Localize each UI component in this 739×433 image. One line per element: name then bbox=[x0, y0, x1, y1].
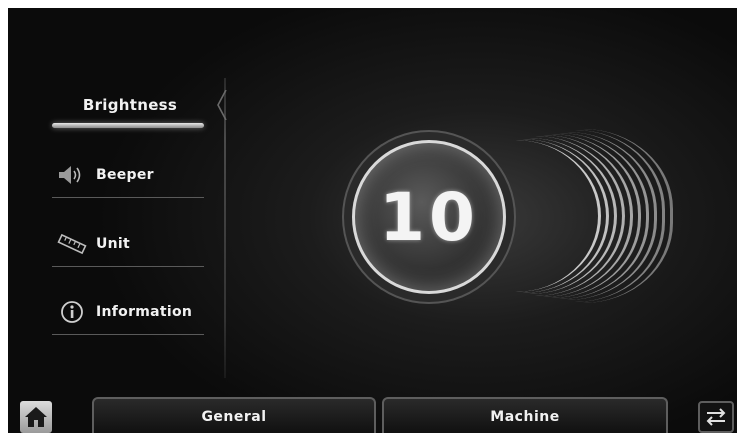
menu-item-unit[interactable]: Unit bbox=[52, 221, 204, 267]
home-icon bbox=[25, 407, 47, 427]
home-button[interactable] bbox=[20, 401, 52, 433]
menu-item-beeper[interactable]: Beeper bbox=[52, 152, 204, 198]
tab-machine-label: Machine bbox=[490, 409, 560, 425]
tab-general[interactable]: General bbox=[92, 397, 376, 433]
brightness-dial[interactable]: 10 bbox=[338, 118, 673, 318]
menu-item-label: Brightness bbox=[82, 96, 178, 114]
settings-screen: Brightness Beeper Unit Information 10 Ge… bbox=[8, 8, 737, 433]
tab-machine[interactable]: Machine bbox=[382, 397, 668, 433]
settings-menu: Brightness Beeper Unit Information bbox=[8, 8, 238, 388]
bottom-bar: General Machine bbox=[8, 393, 737, 433]
swap-button[interactable] bbox=[698, 401, 734, 433]
ruler-icon bbox=[56, 232, 88, 256]
menu-item-label: Unit bbox=[96, 235, 131, 252]
menu-item-label: Beeper bbox=[96, 166, 154, 183]
menu-divider bbox=[224, 78, 226, 378]
menu-item-brightness[interactable]: Brightness bbox=[52, 82, 204, 128]
tab-general-label: General bbox=[201, 409, 267, 425]
speaker-icon bbox=[56, 163, 88, 187]
info-icon bbox=[56, 300, 88, 324]
brightness-level-arc bbox=[560, 129, 673, 303]
menu-item-information[interactable]: Information bbox=[52, 289, 204, 335]
menu-item-label: Information bbox=[96, 303, 193, 320]
active-item-pointer bbox=[217, 90, 227, 120]
brightness-value: 10 bbox=[379, 178, 479, 256]
brightness-value-circle: 10 bbox=[352, 140, 506, 294]
swap-arrows-icon bbox=[706, 408, 726, 426]
